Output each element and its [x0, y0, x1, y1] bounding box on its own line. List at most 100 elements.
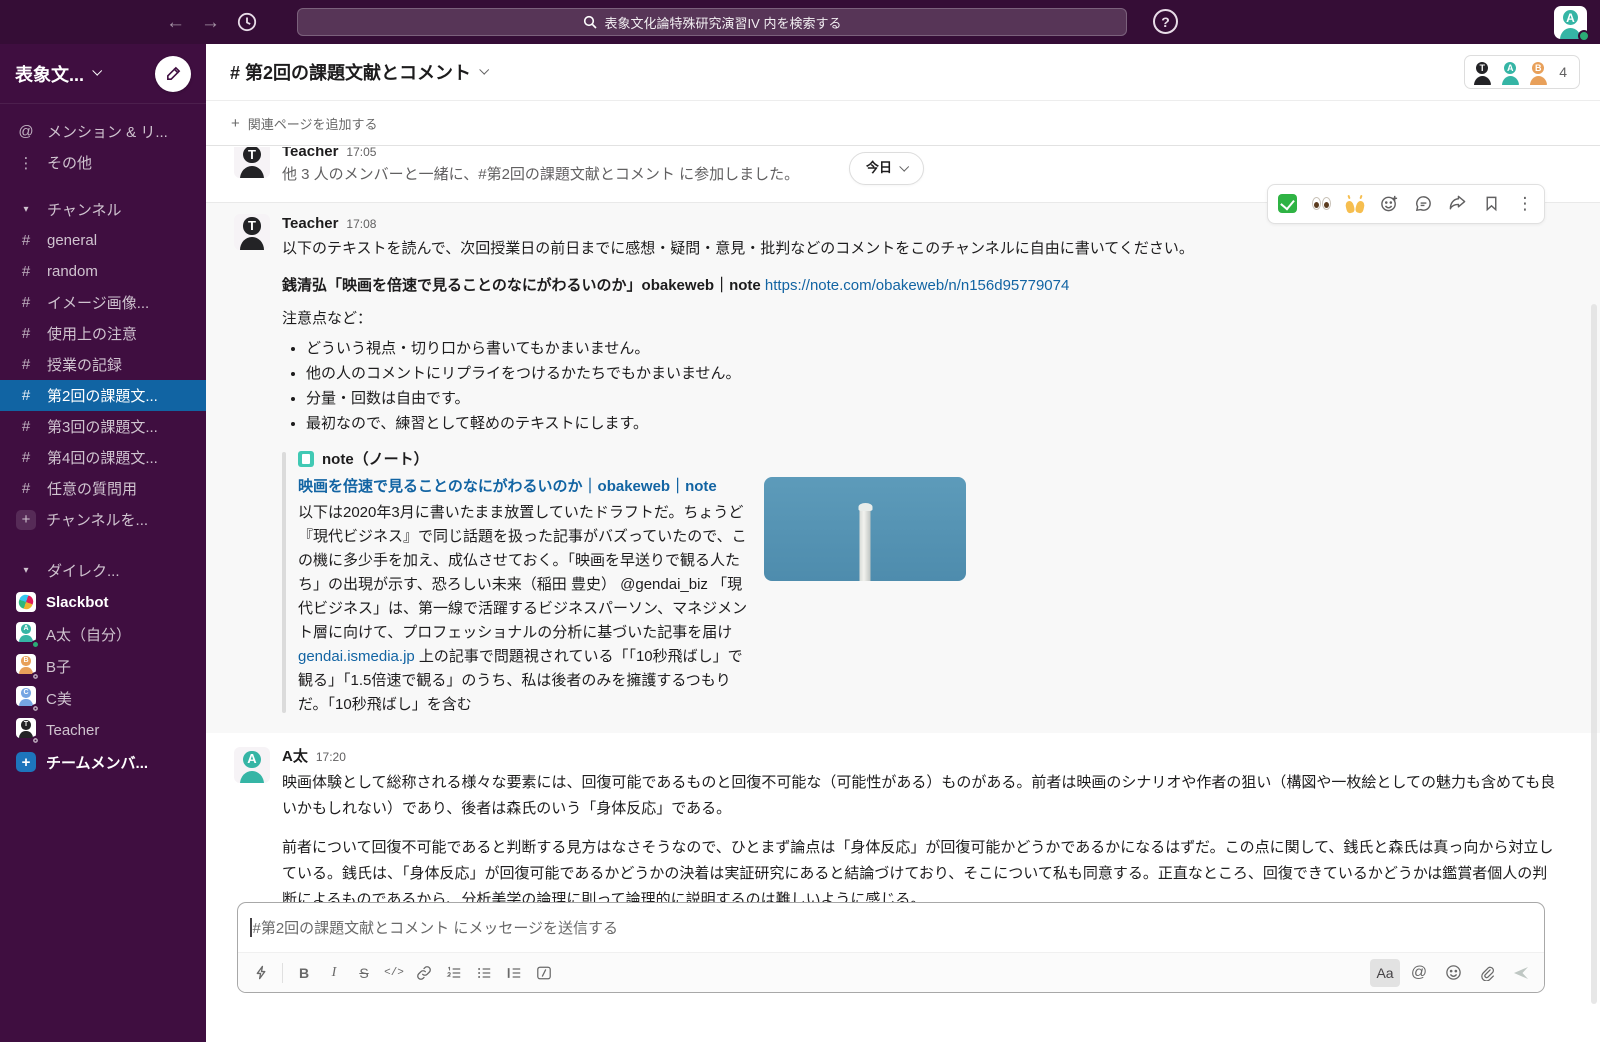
hash-icon: # [16, 294, 36, 311]
link-button[interactable] [409, 959, 439, 987]
author-name[interactable]: A太 [282, 745, 308, 768]
author-name[interactable]: Teacher [282, 212, 338, 235]
dm-teacher[interactable]: T Teacher [0, 714, 206, 746]
preview-thumbnail-image[interactable] [764, 477, 966, 581]
help-icon[interactable]: ? [1153, 9, 1178, 34]
save-message-button[interactable] [1475, 188, 1507, 220]
dm-slackbot[interactable]: Slackbot [0, 586, 206, 618]
link-preview-card: note（ノート） 映画を倍速で見ることのなにがわるいのか｜obakeweb｜n… [282, 448, 1560, 717]
workspace-header[interactable]: 表象文... [0, 44, 206, 104]
strikethrough-button[interactable]: S [349, 959, 379, 987]
reaction-eyes-emoji-button[interactable] [1305, 188, 1337, 220]
add-teammates-button[interactable]: + チームメンバ... [0, 746, 206, 778]
sidebar: 表象文... @ メンション & リ... ⋮ その他 ▾ チャンネル [0, 44, 206, 1042]
notes-bullet-list: どういう視点・切り口から書いてもかまいません。 他の人のコメントにリプライをつけ… [286, 337, 1560, 436]
text-caret [250, 918, 252, 937]
new-message-button[interactable] [155, 56, 191, 92]
chevron-down-icon [479, 65, 489, 75]
formatting-toggle-button[interactable]: Aa [1370, 959, 1400, 987]
sidebar-channel-questions[interactable]: # 任意の質問用 [0, 473, 206, 504]
reference-url-link[interactable]: https://note.com/obakeweb/n/n156d9577907… [765, 277, 1069, 294]
ordered-list-button[interactable] [439, 959, 469, 987]
mention-button[interactable]: @ [1404, 959, 1434, 987]
sidebar-channel-class-records[interactable]: # 授業の記録 [0, 349, 206, 380]
history-forward-icon[interactable]: → [201, 13, 220, 32]
timestamp[interactable]: 17:08 [346, 215, 376, 234]
forward-message-button[interactable] [1441, 188, 1473, 220]
sidebar-channel-usage-notes[interactable]: # 使用上の注意 [0, 318, 206, 349]
sidebar-channel-session4[interactable]: # 第4回の課題文... [0, 442, 206, 473]
history-back-icon[interactable]: ← [166, 13, 185, 32]
avatar[interactable]: T [234, 214, 270, 250]
send-message-button[interactable] [1506, 959, 1536, 987]
code-block-button[interactable] [529, 959, 559, 987]
add-page-tab[interactable]: + 関連ページを追加する [231, 114, 378, 133]
bullet-item: どういう視点・切り口から書いてもかまいません。 [306, 337, 1560, 360]
sidebar-item-more[interactable]: ⋮ その他 [0, 147, 206, 178]
message-hover-toolbar: ⋮ [1267, 184, 1545, 224]
workspace-name[interactable]: 表象文... [15, 61, 84, 87]
dm-section-header[interactable]: ▾ ダイレク... [0, 555, 206, 586]
channel-title[interactable]: # 第2回の課題文献とコメント [230, 59, 487, 85]
date-divider-pill[interactable]: 今日 [849, 152, 924, 185]
thread-icon [1414, 194, 1433, 213]
member-count: 4 [1553, 64, 1575, 80]
blockquote-icon [506, 965, 522, 981]
more-actions-button[interactable]: ⋮ [1509, 188, 1541, 220]
sidebar-item-mentions[interactable]: @ メンション & リ... [0, 116, 206, 147]
bullet-item: 最初なので、練習として軽めのテキストにします。 [306, 412, 1560, 435]
dm-a-taro-self[interactable]: A A太（自分） [0, 618, 206, 650]
canvas-tab-bar: + 関連ページを追加する [206, 101, 1600, 146]
sidebar-nav: @ メンション & リ... ⋮ その他 ▾ チャンネル # general #… [0, 104, 206, 778]
search-text: 表象文化論特殊研究演習IV 内を検索する [605, 13, 842, 32]
bulleted-list-button[interactable] [469, 959, 499, 987]
bold-button[interactable]: B [289, 959, 319, 987]
sidebar-channel-session3[interactable]: # 第3回の課題文... [0, 411, 206, 442]
top-nav: ← → 表象文化論特殊研究演習IV 内を検索する ? A [0, 0, 1600, 44]
inline-code-button[interactable]: </> [379, 959, 409, 987]
hash-icon: # [16, 480, 36, 497]
sidebar-channel-images[interactable]: # イメージ画像... [0, 287, 206, 318]
sidebar-channel-general[interactable]: # general [0, 225, 206, 256]
add-channel-button[interactable]: + チャンネルを... [0, 504, 206, 535]
presence-online-icon [1578, 30, 1590, 42]
white-check-mark-emoji-icon [1278, 194, 1297, 213]
history-clock-icon[interactable] [236, 11, 258, 33]
attach-file-button[interactable] [1472, 959, 1502, 987]
user-avatar[interactable]: A [1554, 6, 1587, 39]
preview-title-link[interactable]: 映画を倍速で見ることのなにがわるいのか｜obakeweb｜note [298, 475, 750, 499]
teacher-message: ⋮ T Teacher 17:08 以下のテキストを読んで、次回授業日の前日まで… [206, 202, 1600, 733]
avatar: B [1525, 59, 1551, 85]
plus-icon: + [231, 115, 240, 132]
gendai-link[interactable]: gendai.ismedia.jp [298, 648, 415, 665]
search-bar[interactable]: 表象文化論特殊研究演習IV 内を検索する [297, 8, 1127, 36]
shortcuts-button[interactable] [246, 959, 276, 987]
timestamp[interactable]: 17:05 [346, 147, 376, 162]
channels-section-header[interactable]: ▾ チャンネル [0, 194, 206, 225]
timestamp[interactable]: 17:20 [316, 748, 346, 767]
scrollbar[interactable] [1591, 304, 1597, 1004]
reaction-check-emoji-button[interactable] [1271, 188, 1303, 220]
add-reaction-button[interactable] [1373, 188, 1405, 220]
avatar[interactable]: A [234, 747, 270, 783]
channel-members-button[interactable]: T A B 4 [1464, 55, 1580, 89]
message-input[interactable]: #第2回の課題文献とコメント にメッセージを送信する [238, 903, 1544, 952]
add-reaction-icon [1380, 194, 1399, 213]
sidebar-channel-random[interactable]: # random [0, 256, 206, 287]
avatar[interactable]: T [234, 147, 270, 178]
hash-icon: # [16, 418, 36, 435]
dm-c-mi[interactable]: C C美 [0, 682, 206, 714]
emoji-button[interactable] [1438, 959, 1468, 987]
italic-button[interactable]: I [319, 959, 349, 987]
avatar: A [16, 622, 36, 642]
avatar: T [16, 718, 36, 738]
reply-in-thread-button[interactable] [1407, 188, 1439, 220]
hash-icon: # [16, 449, 36, 466]
notes-label: 注意点など： [282, 307, 1560, 330]
blockquote-button[interactable] [499, 959, 529, 987]
sidebar-channel-session2-active[interactable]: # 第2回の課題文... [0, 380, 206, 411]
author-name[interactable]: Teacher [282, 147, 338, 163]
dm-b-ko[interactable]: B B子 [0, 650, 206, 682]
reaction-raised-hands-emoji-button[interactable] [1339, 188, 1371, 220]
message-text: 以下のテキストを読んで、次回授業日の前日までに感想・疑問・意見・批判などのコメン… [282, 237, 1560, 260]
